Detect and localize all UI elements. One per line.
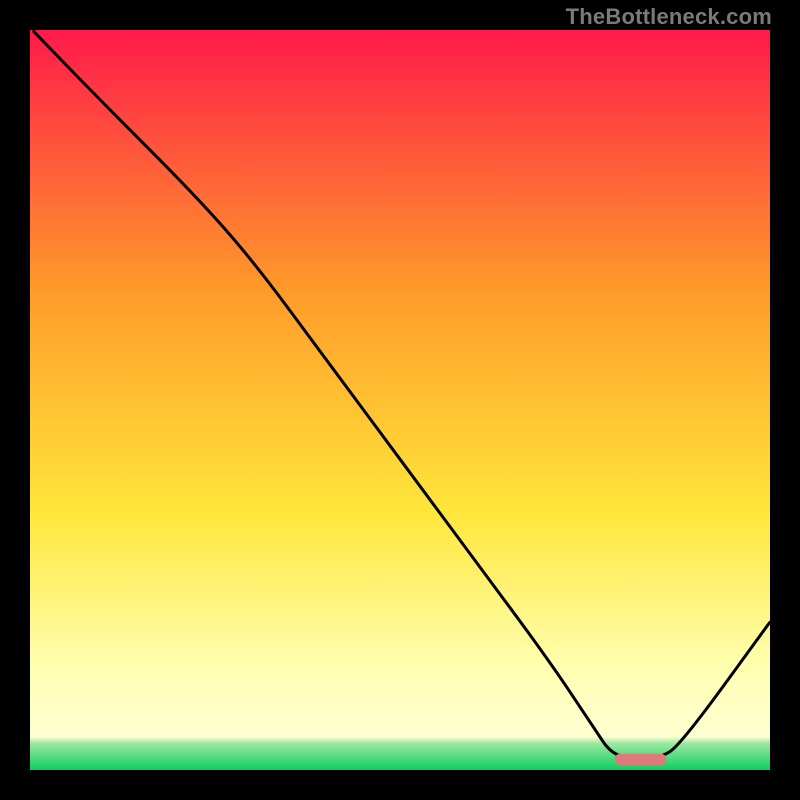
chart-container: TheBottleneck.com xyxy=(0,0,800,800)
plot-area xyxy=(30,30,770,770)
bottleneck-curve xyxy=(34,31,770,758)
optimal-range-marker xyxy=(615,754,667,765)
watermark-text: TheBottleneck.com xyxy=(566,4,772,30)
curve-layer xyxy=(30,30,770,770)
